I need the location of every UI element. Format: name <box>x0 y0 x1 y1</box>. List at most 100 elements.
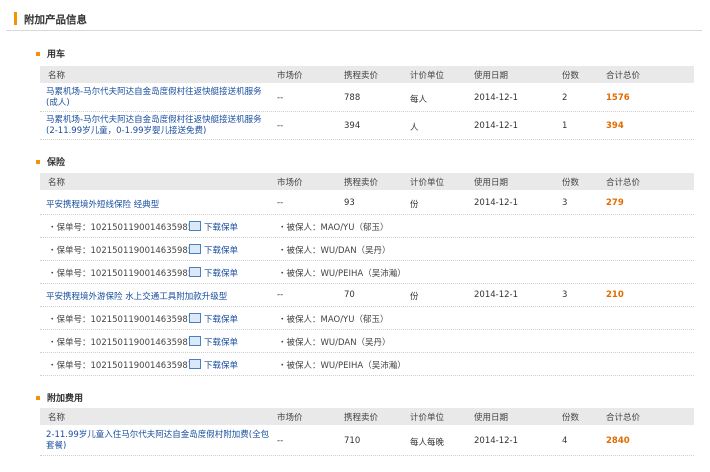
date: 2014-12-1 <box>474 121 518 131</box>
insured-person: ・被保人：MAO/YU（郁玉） <box>278 315 389 325</box>
table-row: 马累机场-马尔代夫阿达自金岛度假村往返快艇接送机服务 (2-11.99岁儿童，0… <box>40 112 694 140</box>
orange-square-icon <box>36 395 40 400</box>
product-name[interactable]: 平安携程境外游保险 水上交通工具附加款升级型 <box>46 290 227 302</box>
title-accent-bar <box>14 12 17 25</box>
col-total: 合计总价 <box>606 178 641 188</box>
download-policy-label: 下载保单 <box>204 269 239 279</box>
unit: 每人每晚 <box>410 438 445 448</box>
orange-square-icon <box>36 159 40 164</box>
policy-row: ・保单号：10215011900146359874 下载保单 ・被保人：MAO/… <box>40 307 694 330</box>
product-name-line2[interactable]: (2-11.99岁儿童，0-1.99岁婴儿接送免费) <box>46 126 206 136</box>
orange-square-icon <box>36 51 40 56</box>
section-insurance-heading: 保险 <box>36 155 65 168</box>
page-title: 附加产品信息 <box>24 14 87 26</box>
total: 279 <box>606 198 624 208</box>
section-extra-heading: 附加费用 <box>36 391 83 404</box>
insured-person: ・被保人：WU/PEIHA（吴沛瀚） <box>278 269 406 279</box>
download-policy-label: 下载保单 <box>204 223 239 233</box>
policy-number: ・保单号：10215011900146359875 <box>48 361 199 371</box>
col-qty: 份数 <box>562 71 580 81</box>
download-policy-link[interactable]: 下载保单 <box>189 220 238 233</box>
policy-row: ・保单号：10215011900146359876 下载保单 ・被保人：WU/D… <box>40 330 694 353</box>
qty: 1 <box>562 121 568 131</box>
download-document-icon <box>189 221 201 231</box>
download-policy-link[interactable]: 下载保单 <box>189 266 238 279</box>
product-name[interactable]: 平安携程境外短线保险 经典型 <box>46 198 159 210</box>
market-price: -- <box>277 436 284 446</box>
price: 93 <box>344 198 355 208</box>
product-name-line2[interactable]: (成人) <box>46 98 70 108</box>
market-price: -- <box>277 93 284 103</box>
col-total: 合计总价 <box>606 413 641 423</box>
policy-number: ・保单号：10215011900146359858 <box>48 223 199 233</box>
col-price: 携程卖价 <box>344 71 379 81</box>
date: 2014-12-1 <box>474 198 518 208</box>
product-name-line1[interactable]: 马累机场-马尔代夫阿达自金岛度假村往返快艇接送机服务 <box>46 87 262 97</box>
section-car-title: 用车 <box>47 50 66 60</box>
policy-number: ・保单号：10215011900146359874 <box>48 315 199 325</box>
download-policy-link[interactable]: 下载保单 <box>189 243 238 256</box>
product-name-line2[interactable]: 套餐) <box>46 441 66 451</box>
total: 1576 <box>606 93 630 103</box>
insured-person: ・被保人：MAO/YU（郁玉） <box>278 223 389 233</box>
col-total: 合计总价 <box>606 71 641 81</box>
table-row: 平安携程境外短线保险 经典型 -- 93 份 2014-12-1 3 279 <box>40 192 694 215</box>
product-name-line1[interactable]: 马累机场-马尔代夫阿达自金岛度假村往返快艇接送机服务 <box>46 115 262 125</box>
download-document-icon <box>189 267 201 277</box>
product-name[interactable]: 马累机场-马尔代夫阿达自金岛度假村往返快艇接送机服务 (2-11.99岁儿童，0… <box>46 115 278 137</box>
table-row: 平安携程境外游保险 水上交通工具附加款升级型 -- 70 份 2014-12-1… <box>40 284 694 307</box>
unit: 每人 <box>410 95 428 105</box>
col-date: 使用日期 <box>474 178 509 188</box>
download-policy-label: 下载保单 <box>204 361 239 371</box>
col-qty: 份数 <box>562 178 580 188</box>
insured-person: ・被保人：WU/DAN（吴丹） <box>278 246 391 256</box>
col-price: 携程卖价 <box>344 178 379 188</box>
policy-number: ・保单号：10215011900146359876 <box>48 338 199 348</box>
insurance-table-header: 名称 市场价 携程卖价 计价单位 使用日期 份数 合计总价 <box>40 173 694 190</box>
insured-person: ・被保人：WU/PEIHA（吴沛瀚） <box>278 361 406 371</box>
download-document-icon <box>189 244 201 254</box>
table-row: 马累机场-马尔代夫阿达自金岛度假村往返快艇接送机服务 (成人) -- 788 每… <box>40 84 694 112</box>
download-document-icon <box>189 313 201 323</box>
total: 210 <box>606 290 624 300</box>
col-qty: 份数 <box>562 413 580 423</box>
col-market-price: 市场价 <box>277 71 303 81</box>
price: 788 <box>344 93 361 103</box>
unit: 份 <box>410 200 419 210</box>
market-price: -- <box>277 198 284 208</box>
policy-number: ・保单号：10215011900146359857 <box>48 269 199 279</box>
policy-row: ・保单号：10215011900146359875 下载保单 ・被保人：WU/P… <box>40 353 694 376</box>
qty: 2 <box>562 93 568 103</box>
download-policy-link[interactable]: 下载保单 <box>189 312 238 325</box>
date: 2014-12-1 <box>474 93 518 103</box>
download-policy-link[interactable]: 下载保单 <box>189 358 238 371</box>
download-document-icon <box>189 359 201 369</box>
market-price: -- <box>277 290 284 300</box>
insured-person: ・被保人：WU/DAN（吴丹） <box>278 338 391 348</box>
car-table-header: 名称 市场价 携程卖价 计价单位 使用日期 份数 合计总价 <box>40 66 694 83</box>
price: 394 <box>344 121 361 131</box>
page: { "page_title": "附加产品信息", "columns": { "… <box>0 0 710 472</box>
unit: 份 <box>410 292 419 302</box>
page-title-bar: 附加产品信息 <box>6 8 702 31</box>
col-market-price: 市场价 <box>277 413 303 423</box>
col-unit: 计价单位 <box>410 178 445 188</box>
price: 710 <box>344 436 361 446</box>
unit: 人 <box>410 123 419 133</box>
product-name[interactable]: 2-11.99岁儿童入住马尔代夫阿达自金岛度假村附加费(全包 套餐) <box>46 430 278 452</box>
section-extra-title: 附加费用 <box>47 394 84 404</box>
col-date: 使用日期 <box>474 71 509 81</box>
col-name: 名称 <box>48 413 66 423</box>
download-policy-label: 下载保单 <box>204 246 239 256</box>
download-policy-link[interactable]: 下载保单 <box>189 335 238 348</box>
col-price: 携程卖价 <box>344 413 379 423</box>
col-market-price: 市场价 <box>277 178 303 188</box>
date: 2014-12-1 <box>474 290 518 300</box>
section-insurance-title: 保险 <box>47 158 66 168</box>
download-document-icon <box>189 336 201 346</box>
total: 2840 <box>606 436 630 446</box>
product-name-line1[interactable]: 2-11.99岁儿童入住马尔代夫阿达自金岛度假村附加费(全包 <box>46 430 269 440</box>
product-name[interactable]: 马累机场-马尔代夫阿达自金岛度假村往返快艇接送机服务 (成人) <box>46 87 278 109</box>
col-unit: 计价单位 <box>410 413 445 423</box>
policy-number: ・保单号：10215011900146359859 <box>48 246 199 256</box>
